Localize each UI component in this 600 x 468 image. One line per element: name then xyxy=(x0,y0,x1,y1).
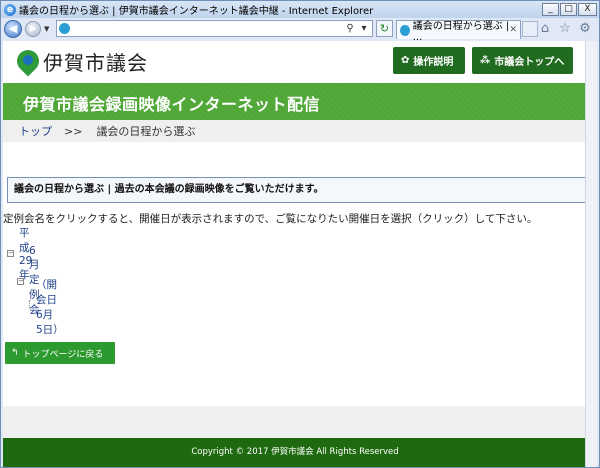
gear-icon[interactable]: ⚙ xyxy=(577,21,593,36)
gear-icon: ✿ xyxy=(401,55,410,66)
title-banner: 伊賀市議会録画映像インターネット配信 xyxy=(3,83,587,120)
address-bar[interactable]: ⚲ ▾ xyxy=(56,20,373,37)
site-logo[interactable]: 伊賀市議会 xyxy=(12,44,148,77)
banner-title: 伊賀市議会録画映像インターネット配信 xyxy=(23,95,321,114)
back-to-top-label: トップページに戻る xyxy=(22,349,104,360)
new-tab-button[interactable] xyxy=(522,21,538,37)
tab-favicon-icon xyxy=(400,24,410,36)
tab-title: 議会の日程から選ぶ | ... xyxy=(412,21,510,43)
address-dropdown-icon[interactable]: ▾ xyxy=(358,22,370,35)
ie-logo-icon: e xyxy=(4,3,16,16)
return-arrow-icon: ↰ xyxy=(11,348,19,358)
page-viewport: 伊賀市議会 ✿ 操作説明 ⁂ 市議会トップへ 伊賀市議会録画映像インターネット配… xyxy=(3,41,587,467)
tab-close-icon[interactable]: ✕ xyxy=(509,25,517,35)
vertical-scrollbar[interactable] xyxy=(585,41,597,467)
search-icon[interactable]: ⚲ xyxy=(344,22,356,35)
manual-button-label: 操作説明 xyxy=(413,57,454,68)
breadcrumb-separator: >> xyxy=(64,124,83,138)
site-footer: Copyright © 2017 伊賀市議会 All Rights Reserv… xyxy=(3,438,587,467)
minimize-button[interactable]: _ xyxy=(542,3,559,16)
back-arrow-icon[interactable]: ◀ xyxy=(4,20,22,38)
browser-window: e 議会の日程から選ぶ | 伊賀市議会インターネット議会中継 - Interne… xyxy=(0,0,600,468)
home-icon[interactable]: ⌂ xyxy=(537,21,553,36)
collapse-icon[interactable]: − xyxy=(17,277,24,285)
window-title: 議会の日程から選ぶ | 伊賀市議会インターネット議会中継 - Internet … xyxy=(19,6,374,17)
city-logo-icon xyxy=(12,44,44,77)
manual-button[interactable]: ✿ 操作説明 xyxy=(393,47,465,74)
tree-date-node[interactable]: （開会日 6月 5日） xyxy=(29,279,64,336)
title-bar: e 議会の日程から選ぶ | 伊賀市議会インターネット議会中継 - Interne… xyxy=(1,1,599,18)
site-favicon-icon xyxy=(59,23,70,34)
close-button[interactable]: X xyxy=(578,3,597,16)
notice-box: 議会の日程から選ぶ | 過去の本会議の録画映像をご覧いただけます。 xyxy=(7,177,587,203)
breadcrumb-current: 議会の日程から選ぶ xyxy=(96,125,196,138)
breadcrumb-home-link[interactable]: トップ xyxy=(19,123,52,139)
history-dropdown-icon[interactable]: ▼ xyxy=(44,25,49,33)
refresh-icon[interactable]: ↻ xyxy=(376,20,393,37)
council-top-button-label: 市議会トップへ xyxy=(494,57,565,68)
footer-spacer xyxy=(3,406,587,438)
tree-connector xyxy=(29,300,32,308)
forward-arrow-icon[interactable]: ▶ xyxy=(25,21,41,37)
tree-date-label[interactable]: （開会日 6月 5日） xyxy=(36,277,64,337)
navigation-bar: ◀ ▶ ▼ ⚲ ▾ ↻ 議会の日程から選ぶ | ... ✕ ⌂ ☆ ⚙ xyxy=(1,18,599,43)
copyright-text: Copyright © 2017 伊賀市議会 All Rights Reserv… xyxy=(191,447,399,457)
back-to-top-button[interactable]: ↰ トップページに戻る xyxy=(5,342,115,364)
collapse-icon[interactable]: − xyxy=(7,249,14,257)
logo-text: 伊賀市議会 xyxy=(43,51,148,75)
intro-text: 定例会名をクリックすると、開催日が表示されますので、ご覧になりたい開催日を選択（… xyxy=(3,213,538,225)
sitemap-icon: ⁂ xyxy=(480,55,491,66)
council-top-button[interactable]: ⁂ 市議会トップへ xyxy=(472,47,573,74)
maximize-button[interactable]: □ xyxy=(560,3,577,16)
breadcrumb: トップ >> 議会の日程から選ぶ xyxy=(3,120,587,142)
star-icon[interactable]: ☆ xyxy=(557,21,573,36)
site-header: 伊賀市議会 ✿ 操作説明 ⁂ 市議会トップへ xyxy=(3,41,587,81)
browser-tab[interactable]: 議会の日程から選ぶ | ... ✕ xyxy=(396,20,521,43)
